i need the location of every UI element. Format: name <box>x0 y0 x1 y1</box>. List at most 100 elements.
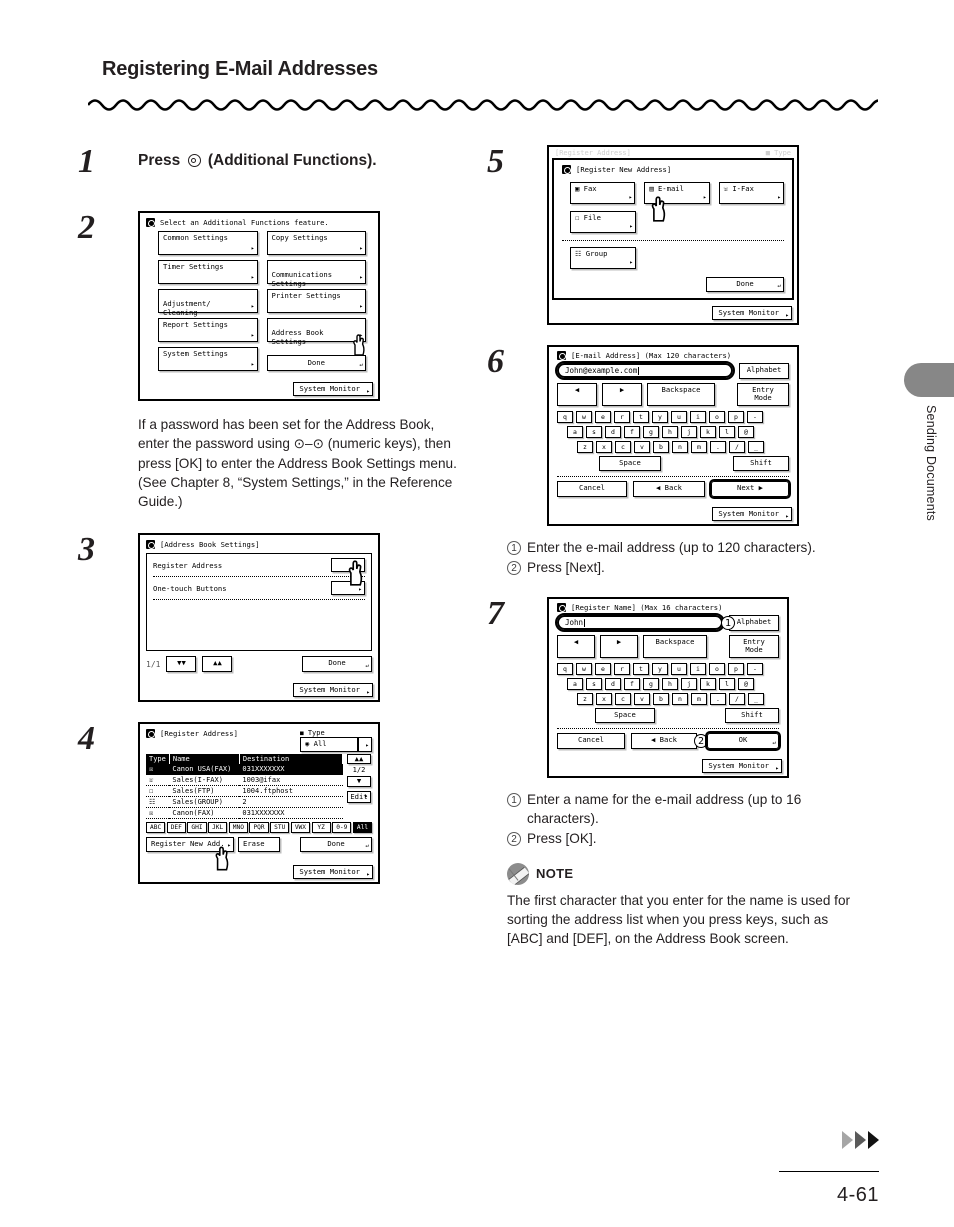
key-b[interactable]: b <box>653 441 669 454</box>
done-button[interactable]: Done ↵ <box>266 354 366 371</box>
key-y[interactable]: y <box>652 411 668 424</box>
key-at[interactable]: @ <box>738 678 754 691</box>
key-v[interactable]: v <box>634 693 650 706</box>
key-r[interactable]: r <box>614 411 630 424</box>
space-key[interactable]: Space <box>599 456 661 472</box>
key-underscore[interactable]: _ <box>748 693 764 706</box>
key-q[interactable]: q <box>557 411 573 424</box>
ok-button[interactable]: OK ↵ <box>705 731 781 751</box>
table-row[interactable]: ☒ Canon(FAX) 031XXXXXXX <box>146 807 343 820</box>
key-f[interactable]: f <box>624 678 640 691</box>
key-j[interactable]: j <box>681 426 697 439</box>
list-item-register-address[interactable]: Register Address <box>153 561 222 570</box>
key-g[interactable]: g <box>643 678 659 691</box>
key-f[interactable]: f <box>624 426 640 439</box>
shift-key[interactable]: Shift <box>725 708 779 724</box>
shift-key[interactable]: Shift <box>733 456 789 472</box>
done-button[interactable]: Done ↵ <box>706 277 784 293</box>
alpha-filter-yz[interactable]: YZ <box>311 822 331 834</box>
cancel-button[interactable]: Cancel <box>557 481 627 497</box>
list-item-one-touch-buttons[interactable]: One-touch Buttons <box>153 584 227 593</box>
address-type-group-button[interactable]: ☷ Group ▸ <box>570 247 636 269</box>
type-filter-dropdown-button[interactable]: ▸ <box>358 736 372 753</box>
key-slash[interactable]: / <box>729 441 745 454</box>
key-o[interactable]: o <box>709 663 725 676</box>
table-row[interactable]: ☷ Sales(GROUP) 2 <box>146 796 343 809</box>
key-m[interactable]: m <box>691 693 707 706</box>
key-e[interactable]: e <box>595 411 611 424</box>
system-monitor-button[interactable]: System Monitor ▸ <box>293 382 373 396</box>
system-monitor-button[interactable]: System Monitor ▸ <box>293 865 373 880</box>
key-a[interactable]: a <box>567 426 583 439</box>
key-m[interactable]: m <box>691 441 707 454</box>
key-slash[interactable]: / <box>729 693 745 706</box>
system-monitor-button[interactable]: System Monitor ▸ <box>712 506 792 521</box>
key-at[interactable]: @ <box>738 426 754 439</box>
key-s[interactable]: s <box>586 426 602 439</box>
key-d[interactable]: d <box>605 678 621 691</box>
back-button[interactable]: ◀ Back <box>631 733 697 749</box>
menu-button-copy-settings[interactable]: Copy Settings ▸ <box>266 231 366 255</box>
scroll-down-button[interactable]: ▼▼ <box>166 656 197 672</box>
alpha-filter-ghi[interactable]: GHI <box>187 822 207 834</box>
address-type-email-button[interactable]: ▤ E-mail ▸ <box>644 182 710 204</box>
table-row[interactable]: ☒ Canon USA(FAX) 031XXXXXXX <box>146 764 343 776</box>
key-n[interactable]: n <box>672 693 688 706</box>
scroll-down-button[interactable]: ▼ <box>347 776 371 787</box>
menu-button-report-settings[interactable]: Report Settings ▸ <box>158 318 258 342</box>
key-i[interactable]: i <box>690 411 706 424</box>
alpha-filter-jkl[interactable]: JKL <box>208 822 228 834</box>
key-t[interactable]: t <box>633 411 649 424</box>
key-c[interactable]: c <box>615 441 631 454</box>
cursor-right-button[interactable]: ▶ <box>602 382 642 407</box>
cursor-left-button[interactable]: ◀ <box>557 382 597 407</box>
entry-mode-button[interactable]: Entry Mode <box>729 634 779 659</box>
alpha-filter-stu[interactable]: STU <box>270 822 290 834</box>
key-c[interactable]: c <box>615 693 631 706</box>
key-e[interactable]: e <box>595 663 611 676</box>
key-j[interactable]: j <box>681 678 697 691</box>
key-h[interactable]: h <box>662 426 678 439</box>
one-touch-buttons-select-button[interactable]: ▸ <box>331 581 365 596</box>
backspace-button[interactable]: Backspace <box>647 382 715 407</box>
key-n[interactable]: n <box>672 441 688 454</box>
erase-button[interactable]: Erase <box>238 837 280 853</box>
table-row[interactable]: ☐ Sales(FTP) 1004.ftphost <box>146 785 343 798</box>
key-p[interactable]: p <box>728 411 744 424</box>
key-period[interactable]: . <box>710 693 726 706</box>
key-hyphen[interactable]: - <box>747 663 763 676</box>
key-o[interactable]: o <box>709 411 725 424</box>
alphabet-mode-button[interactable]: Alphabet <box>729 615 779 631</box>
key-z[interactable]: z <box>577 693 593 706</box>
system-monitor-button[interactable]: System Monitor ▸ <box>702 758 782 773</box>
address-type-file-button[interactable]: ☐ File ▸ <box>570 211 636 233</box>
menu-button-printer-settings[interactable]: Printer Settings ▸ <box>266 289 366 313</box>
key-a[interactable]: a <box>567 678 583 691</box>
key-k[interactable]: k <box>700 678 716 691</box>
space-key[interactable]: Space <box>595 708 655 724</box>
done-button[interactable]: Done ↵ <box>300 837 372 853</box>
key-k[interactable]: k <box>700 426 716 439</box>
key-l[interactable]: l <box>719 678 735 691</box>
key-underscore[interactable]: _ <box>748 441 764 454</box>
address-type-fax-button[interactable]: ▣ Fax ▸ <box>570 182 636 204</box>
email-address-input[interactable]: John@example.com <box>555 361 735 381</box>
key-hyphen[interactable]: - <box>747 411 763 424</box>
alpha-filter-pqr[interactable]: PQR <box>249 822 269 834</box>
register-name-input[interactable]: John <box>555 613 725 633</box>
alpha-filter-mno[interactable]: MNO <box>228 822 248 834</box>
key-d[interactable]: d <box>605 426 621 439</box>
key-z[interactable]: z <box>577 441 593 454</box>
menu-button-adjustment-cleaning[interactable]: Adjustment/ Cleaning ▸ <box>158 289 258 316</box>
cursor-right-button[interactable]: ▶ <box>600 634 638 659</box>
back-button[interactable]: ◀ Back <box>633 481 705 497</box>
menu-button-common-settings[interactable]: Common Settings ▸ <box>158 231 258 255</box>
alpha-filter-def[interactable]: DEF <box>166 822 186 834</box>
alphabet-mode-button[interactable]: Alphabet <box>739 363 789 379</box>
key-w[interactable]: w <box>576 663 592 676</box>
system-monitor-button[interactable]: System Monitor ▸ <box>712 306 792 321</box>
key-r[interactable]: r <box>614 663 630 676</box>
cursor-left-button[interactable]: ◀ <box>557 634 595 659</box>
alpha-filter-abc[interactable]: ABC <box>146 822 166 834</box>
key-t[interactable]: t <box>633 663 649 676</box>
